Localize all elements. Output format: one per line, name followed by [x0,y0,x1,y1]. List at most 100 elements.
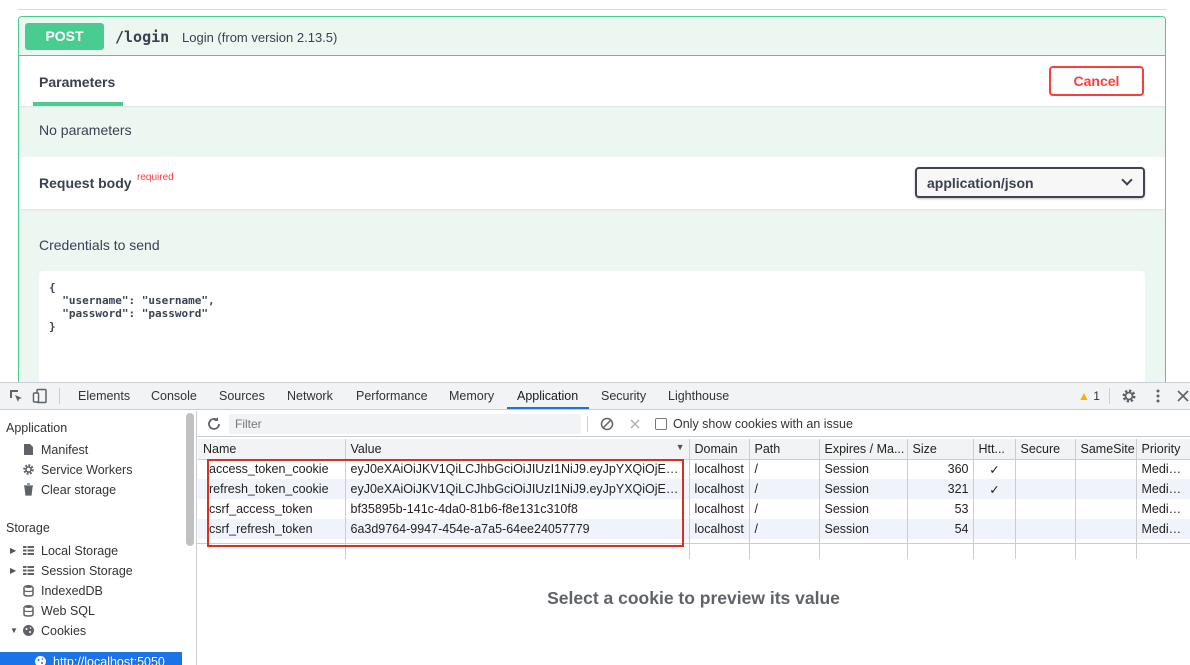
tab-console[interactable]: Console [151,389,197,403]
column-header-label: Value [350,441,382,456]
required-mark: required [137,172,174,183]
inspect-element-icon[interactable] [8,388,24,404]
cookie-secure [1015,499,1076,519]
column-header-httponly[interactable]: Htt... [973,439,1016,460]
sidebar-scrollbar[interactable] [186,413,194,546]
cookie-httponly [973,499,1016,519]
cookie-size: 53 [907,499,974,519]
column-header-domain[interactable]: Domain [689,439,750,460]
column-header-expires[interactable]: Expires / Ma... [819,439,908,460]
tab-sources[interactable]: Sources [219,389,265,403]
tab-lighthouse[interactable]: Lighthouse [668,389,729,403]
grid-icon [23,546,34,555]
column-header-priority[interactable]: Priority [1136,439,1190,460]
devtools-tabbar: Elements Console Sources Network Perform… [0,383,1190,410]
cookie-path: / [749,459,820,479]
sidebar-item-clear-storage[interactable]: Clear storage [22,480,182,500]
sidebar-item-label: Manifest [41,443,89,457]
sidebar-item-label: Session Storage [41,564,133,578]
tab-elements[interactable]: Elements [78,389,130,403]
refresh-icon[interactable] [206,416,222,432]
filter-input[interactable]: Filter [229,414,581,434]
cookies-toolbar: Filter Only show cookies with an issue [197,411,1190,437]
sidebar-item-label: IndexedDB [41,584,103,598]
tab-performance[interactable]: Performance [356,389,428,403]
grid-icon [23,566,34,575]
no-parameters-text: No parameters [39,122,132,138]
operation-summary[interactable]: POST /login Login (from version 2.13.5) [19,17,1165,56]
gear-icon [23,464,34,475]
active-tab-indicator [507,407,589,409]
cookie-size: 360 [907,459,974,479]
sidebar-item-session-storage[interactable]: ▶ Session Storage [10,561,182,581]
only-issues-checkbox[interactable] [655,418,667,430]
file-icon [24,444,33,455]
column-header-size[interactable]: Size [907,439,974,460]
sidebar-item-service-workers[interactable]: Service Workers [22,460,182,480]
sidebar-item-indexeddb[interactable]: IndexedDB [22,581,182,601]
sidebar-item-local-storage[interactable]: ▶ Local Storage [10,541,182,561]
sidebar-header-application: Application [6,421,68,435]
tab-application[interactable]: Application [517,389,578,403]
clear-all-icon[interactable] [600,417,614,431]
cookie-icon [35,656,46,665]
tab-security[interactable]: Security [601,389,646,403]
code-line: "username": "username", [49,294,215,307]
sidebar-item-manifest[interactable]: Manifest [22,440,182,460]
cookie-domain: localhost [689,459,750,479]
column-header-samesite[interactable]: SameSite [1075,439,1137,460]
code-line: } [49,320,56,333]
expand-arrow-icon[interactable]: ▶ [10,561,16,581]
column-header-path[interactable]: Path [749,439,820,460]
cookie-expires: Session [819,499,908,519]
cookie-size: 54 [907,519,974,539]
cookie-path: / [749,499,820,519]
collapse-arrow-icon[interactable]: ▼ [10,621,18,641]
column-header-name[interactable]: Name [198,439,346,460]
cookie-domain: localhost [689,519,750,539]
sidebar-item-label: Service Workers [41,463,133,477]
cookie-httponly: ✓ [973,459,1016,479]
cookie-samesite [1075,479,1137,499]
tab-parameters[interactable]: Parameters [39,74,115,90]
operation-description: Login (from version 2.13.5) [182,30,338,45]
sidebar-item-cookies[interactable]: ▼ Cookies [10,621,182,641]
gear-icon[interactable] [1121,388,1137,404]
cookie-path: / [749,519,820,539]
cookie-samesite [1075,459,1137,479]
chevron-down-icon [1121,174,1133,186]
database-icon [23,605,34,617]
cookie-priority: Medium [1136,459,1190,479]
column-header-secure[interactable]: Secure [1015,439,1076,460]
annotation-highlight-box [207,459,684,547]
tab-active-indicator [33,102,123,106]
close-icon[interactable] [1175,388,1190,404]
expand-arrow-icon[interactable]: ▶ [10,541,16,561]
divider [1109,388,1110,404]
method-badge: POST [25,23,104,50]
sidebar-item-localhost-cookies[interactable]: http://localhost:5050 [0,652,182,665]
request-body-editor[interactable]: { "username": "username", "password": "p… [39,271,1145,385]
cookie-httponly [973,519,1016,539]
page: POST /login Login (from version 2.13.5) … [0,0,1190,665]
cookie-httponly: ✓ [973,479,1016,499]
cookie-samesite [1075,499,1137,519]
cookie-priority: Medium [1136,499,1190,519]
warnings-counter[interactable]: ▲ 1 [1078,389,1100,403]
operation-path: /login [115,28,170,46]
content-type-select[interactable]: application/json [915,167,1145,198]
sort-descending-icon: ▼ [675,441,685,452]
cancel-button[interactable]: Cancel [1049,66,1144,96]
delete-selected-icon[interactable] [629,418,641,430]
tab-network[interactable]: Network [287,389,333,403]
divider [587,416,588,432]
sidebar-item-web-sql[interactable]: Web SQL [22,601,182,621]
trash-icon [24,483,33,496]
tab-memory[interactable]: Memory [449,389,494,403]
device-toolbar-icon[interactable] [32,388,48,404]
more-options-icon[interactable] [1150,388,1166,404]
code-line: { [49,281,56,294]
column-header-value[interactable]: Value ▼ [345,439,690,460]
sidebar-header-storage: Storage [6,521,50,535]
cookie-size: 321 [907,479,974,499]
